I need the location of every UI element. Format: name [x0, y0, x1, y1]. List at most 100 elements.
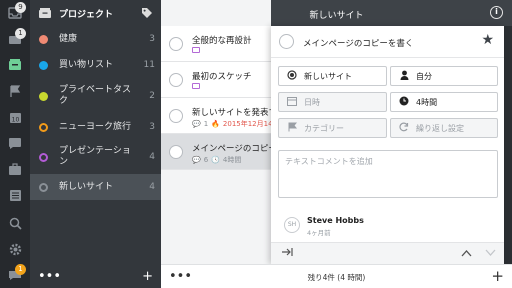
- icon-rail: 9 1 10 1: [0, 0, 30, 288]
- note-icon: [192, 47, 200, 53]
- calendar-icon[interactable]: 10: [0, 104, 30, 130]
- project-item-new-site[interactable]: 新しいサイト 4: [30, 174, 161, 200]
- comment-input[interactable]: テキストコメントを追加: [278, 150, 498, 198]
- project-count: 4: [149, 182, 155, 192]
- project-count: 2: [149, 91, 155, 101]
- task-title: メインページのコピーを書く: [192, 144, 271, 154]
- more-options-button[interactable]: •••: [38, 269, 61, 284]
- project-item-presentation[interactable]: プレゼンテーション 4: [30, 142, 161, 172]
- clock-icon: 🕓: [211, 156, 220, 164]
- flag-icon[interactable]: [0, 78, 30, 104]
- calendar-icon: [286, 96, 298, 109]
- note-icon: [192, 83, 200, 89]
- project-color-dot: [39, 122, 48, 132]
- task-meta: [192, 47, 200, 53]
- projects-header-icon: [39, 8, 51, 18]
- fire-icon: 🔥: [211, 120, 220, 128]
- task-row-selected[interactable]: メインページのコピーを書く 💬 6 🕓 4時間: [161, 134, 271, 170]
- add-task-button[interactable]: +: [491, 267, 504, 285]
- estimate-value: 4時間: [416, 97, 438, 107]
- task-checkbox[interactable]: [169, 37, 183, 51]
- category-value: カテゴリー: [304, 123, 344, 133]
- gear-icon[interactable]: [0, 236, 30, 262]
- task-meta: [192, 83, 200, 89]
- due-date: 2015年12月14日: [222, 120, 271, 128]
- task-checkbox[interactable]: [169, 145, 183, 159]
- chevron-up-icon[interactable]: [461, 247, 472, 260]
- task-row[interactable]: 最初のスケッチ: [161, 62, 271, 98]
- project-color-dot: [39, 182, 48, 192]
- due-date-value: 日時: [304, 97, 320, 107]
- due-date-field[interactable]: 日時: [278, 92, 387, 112]
- estimate-field[interactable]: 4時間: [390, 92, 498, 112]
- task-meta: 💬 1 🔥 2015年12月14日: [192, 119, 271, 129]
- add-project-button[interactable]: +: [142, 269, 153, 284]
- project-color-dot: [39, 91, 48, 101]
- flag-icon: [286, 122, 298, 135]
- project-field[interactable]: 新しいサイト: [278, 66, 387, 86]
- person-icon: [398, 70, 410, 83]
- repeat-icon: [398, 122, 410, 135]
- activity-item: SH Steve Hobbs 4ヶ月前: [278, 212, 498, 242]
- briefcase-icon[interactable]: [0, 156, 30, 182]
- project-item-newyork[interactable]: ニューヨーク旅行 3: [30, 114, 161, 140]
- task-checkbox[interactable]: [169, 109, 183, 123]
- project-item-shopping[interactable]: 買い物リスト 11: [30, 52, 161, 78]
- chat-icon[interactable]: [0, 130, 30, 156]
- task-list: 全般的な再設計 最初のスケッチ 新しいサイトを発表する 💬 1 🔥 2015年1…: [161, 0, 271, 288]
- notifications-badge: 1: [15, 264, 26, 275]
- list-icon[interactable]: [0, 182, 30, 208]
- project-name: 健康: [59, 33, 78, 44]
- svg-text:10: 10: [11, 116, 19, 123]
- assignee-value: 自分: [416, 71, 432, 81]
- projects-title: プロジェクト: [59, 9, 114, 20]
- project-count: 4: [149, 152, 155, 162]
- project-count: 3: [149, 34, 155, 44]
- remaining-count: 残り4件 (4 時間): [307, 273, 366, 282]
- project-value: 新しいサイト: [304, 71, 352, 81]
- task-title: 全般的な再設計: [192, 36, 252, 46]
- task-title: 新しいサイトを発表する: [192, 108, 271, 118]
- task-meta: 💬 6 🕓 4時間: [192, 155, 241, 165]
- task-row[interactable]: 新しいサイトを発表する 💬 1 🔥 2015年12月14日: [161, 98, 271, 134]
- star-icon[interactable]: ★: [481, 32, 494, 48]
- info-icon[interactable]: i: [490, 6, 503, 19]
- project-color-dot: [39, 152, 48, 162]
- project-name: 新しいサイト: [59, 181, 114, 192]
- activity-time: 4ヶ月前: [307, 229, 331, 237]
- tag-icon[interactable]: [141, 7, 153, 22]
- inbox-icon[interactable]: 9: [0, 0, 30, 26]
- chevron-down-icon[interactable]: [485, 247, 496, 260]
- project-color-dot: [39, 34, 48, 44]
- search-icon[interactable]: [0, 210, 30, 236]
- projects-header: プロジェクト: [30, 0, 161, 26]
- comment-count: 1: [203, 120, 209, 128]
- detail-checkbox[interactable]: [279, 34, 294, 49]
- projects-icon[interactable]: [0, 52, 30, 78]
- assigned-icon[interactable]: 1: [0, 26, 30, 52]
- task-title: 最初のスケッチ: [192, 72, 252, 82]
- notifications-icon[interactable]: 1: [0, 262, 30, 288]
- assignee-field[interactable]: 自分: [390, 66, 498, 86]
- activity-author: Steve Hobbs: [307, 216, 364, 225]
- tasks-footer: ••• 残り4件 (4 時間) +: [161, 264, 512, 288]
- avatar: SH: [284, 217, 300, 233]
- project-item-private[interactable]: プライベートタスク 2: [30, 82, 161, 110]
- repeat-field[interactable]: 繰り返し設定: [390, 118, 498, 138]
- task-row[interactable]: 全般的な再設計: [161, 26, 271, 62]
- task-checkbox[interactable]: [169, 73, 183, 87]
- comment-icon: 💬: [192, 120, 201, 128]
- project-count: 11: [143, 60, 155, 70]
- project-item-health[interactable]: 健康 3: [30, 26, 161, 52]
- project-count: 3: [149, 122, 155, 132]
- detail-title[interactable]: メインページのコピーを書く: [303, 37, 413, 49]
- project-color-dot: [39, 60, 48, 70]
- clock-icon: [398, 96, 410, 109]
- project-name: プライベートタスク: [59, 85, 132, 106]
- assigned-badge: 1: [15, 28, 26, 39]
- comment-icon: 💬: [192, 156, 201, 164]
- comment-count: 6: [203, 156, 209, 164]
- repeat-value: 繰り返し設定: [416, 123, 464, 133]
- category-field[interactable]: カテゴリー: [278, 118, 387, 138]
- collapse-panel-icon[interactable]: [281, 247, 293, 260]
